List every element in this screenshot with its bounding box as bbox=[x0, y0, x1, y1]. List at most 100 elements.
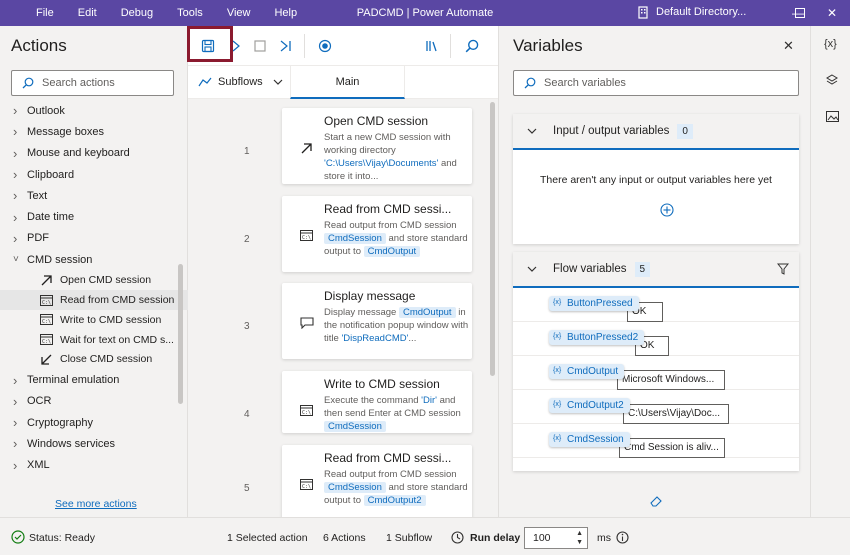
flow-variable-row[interactable]: {x} CmdSession Cmd Session is aliv... bbox=[513, 424, 799, 458]
variable-name: CmdOutput2 bbox=[567, 400, 624, 411]
category-terminal-emulation[interactable]: › Terminal emulation bbox=[0, 369, 188, 390]
chevron-right-icon: › bbox=[13, 167, 18, 183]
images-rail-button[interactable] bbox=[826, 111, 839, 125]
chevron-down-icon bbox=[527, 266, 537, 272]
category-clipboard[interactable]: › Clipboard bbox=[0, 164, 188, 185]
variable-chip: CmdOutput bbox=[398, 307, 456, 318]
canvas-scrollbar[interactable] bbox=[490, 102, 495, 376]
step-description: Read output from CMD session CmdSession … bbox=[324, 219, 470, 258]
category-label: Windows services bbox=[27, 437, 116, 450]
flow-variables-header[interactable]: Flow variables 5 bbox=[513, 252, 799, 288]
step-number: 1 bbox=[244, 146, 250, 157]
chevron-down-icon bbox=[527, 128, 537, 134]
run-delay-label: Run delay bbox=[470, 532, 521, 544]
variable-name-chip[interactable]: {x} CmdSession bbox=[549, 432, 630, 447]
add-io-variable-button[interactable] bbox=[660, 203, 674, 220]
category-label: CMD session bbox=[27, 253, 93, 266]
ui-elements-button[interactable] bbox=[424, 36, 440, 56]
step-description: Read output from CMD session CmdSession … bbox=[324, 468, 470, 507]
cmd-icon: C:\ bbox=[300, 405, 313, 419]
literal-value: 'DispReadCMD' bbox=[341, 333, 409, 344]
menu-view[interactable]: View bbox=[215, 0, 263, 26]
recorder-button[interactable] bbox=[317, 36, 333, 56]
variable-name-chip[interactable]: {x} ButtonPressed2 bbox=[549, 330, 645, 345]
category-cryptography[interactable]: › Cryptography bbox=[0, 412, 188, 433]
info-icon[interactable] bbox=[616, 531, 629, 544]
category-pdf[interactable]: › PDF bbox=[0, 228, 188, 249]
clear-variables-button[interactable] bbox=[649, 495, 663, 510]
designer-toolbar bbox=[188, 26, 498, 66]
category-xml[interactable]: › XML bbox=[0, 455, 188, 476]
flow-step[interactable]: Display message Display message CmdOutput… bbox=[282, 283, 472, 359]
account-switcher[interactable]: Default Directory... bbox=[636, 5, 746, 19]
maximize-button[interactable] bbox=[782, 0, 818, 26]
action-open-cmd-session[interactable]: Open CMD session bbox=[0, 270, 188, 290]
menu-tools[interactable]: Tools bbox=[165, 0, 215, 26]
flow-variable-row[interactable]: {x} CmdOutput2 C:\Users\Vijay\Doc... bbox=[513, 390, 799, 424]
io-variables-header[interactable]: Input / output variables 0 bbox=[513, 114, 799, 150]
run-next-action-button[interactable] bbox=[279, 36, 293, 56]
ui-elements-rail-button[interactable] bbox=[826, 74, 838, 89]
subflows-label: Subflows bbox=[218, 76, 263, 88]
flow-step[interactable]: C:\ Read from CMD sessi... Read output fro… bbox=[282, 196, 472, 272]
flow-step[interactable]: C:\ Read from CMD sessi... Read output fro… bbox=[282, 445, 472, 521]
action-read-from-cmd-session[interactable]: C:\ Read from CMD session bbox=[0, 290, 188, 310]
run-delay-input[interactable]: 100 ▲ ▼ bbox=[524, 527, 588, 549]
category-ocr[interactable]: › OCR bbox=[0, 391, 188, 412]
flow-variable-row[interactable]: {x} CmdOutput Microsoft Windows... bbox=[513, 356, 799, 390]
category-cmd-session[interactable]: ˅ CMD session bbox=[0, 249, 188, 270]
variables-rail-icon[interactable]: {x} bbox=[824, 38, 837, 50]
variable-name: CmdSession bbox=[567, 434, 624, 445]
category-date-time[interactable]: › Date time bbox=[0, 206, 188, 227]
chevron-right-icon: › bbox=[13, 124, 18, 140]
category-label: PDF bbox=[27, 232, 49, 245]
see-more-actions-link[interactable]: See more actions bbox=[55, 498, 137, 510]
variable-value: Microsoft Windows... bbox=[617, 370, 725, 390]
category-mouse-and-keyboard[interactable]: › Mouse and keyboard bbox=[0, 143, 188, 164]
filter-icon[interactable] bbox=[777, 263, 789, 275]
actions-scrollbar[interactable] bbox=[178, 264, 183, 404]
close-variables-button[interactable]: ✕ bbox=[783, 38, 794, 54]
variable-icon: {x} bbox=[553, 367, 562, 374]
search-actions-input[interactable]: Search actions bbox=[11, 70, 174, 96]
menu-debug[interactable]: Debug bbox=[109, 0, 165, 26]
flow-steps-area: 1 Open CMD session Start a new CMD session… bbox=[188, 99, 498, 521]
close-icon: ✕ bbox=[826, 6, 838, 20]
desc-text: Display message bbox=[324, 307, 399, 318]
play-icon bbox=[232, 40, 240, 52]
action-close-cmd-session[interactable]: Close CMD session bbox=[0, 350, 188, 370]
spin-arrows-icon[interactable]: ▲ ▼ bbox=[576, 529, 583, 547]
desc-text: Execute the command bbox=[324, 395, 422, 406]
menu-file[interactable]: File bbox=[24, 0, 66, 26]
close-window-button[interactable]: ✕ bbox=[814, 0, 850, 26]
action-write-to-cmd-session[interactable]: C:\ Write to CMD session bbox=[0, 310, 188, 330]
literal-value: 'C:\Users\Vijay\Documents' bbox=[324, 158, 439, 169]
flow-variable-row[interactable]: {x} ButtonPressed OK bbox=[513, 288, 799, 322]
save-highlight-box bbox=[187, 26, 233, 62]
subflows-dropdown[interactable]: Subflows bbox=[198, 76, 283, 88]
flow-variable-row[interactable]: {x} ButtonPressed2 OK bbox=[513, 322, 799, 356]
search-variables-input[interactable]: Search variables bbox=[513, 70, 799, 96]
status-text: Status: Ready bbox=[29, 532, 95, 544]
tab-main[interactable]: Main bbox=[290, 66, 405, 99]
category-text[interactable]: › Text bbox=[0, 185, 188, 206]
menu-edit[interactable]: Edit bbox=[66, 0, 109, 26]
variable-name-chip[interactable]: {x} CmdOutput2 bbox=[549, 398, 630, 413]
flow-step[interactable]: C:\ Write to CMD session Execute the comma… bbox=[282, 371, 472, 433]
variable-name-chip[interactable]: {x} ButtonPressed bbox=[549, 296, 639, 311]
category-label: Clipboard bbox=[27, 168, 75, 181]
flow-step[interactable]: Open CMD session Start a new CMD session … bbox=[282, 108, 472, 184]
chevron-right-icon: › bbox=[13, 103, 18, 119]
category-windows-services[interactable]: › Windows services bbox=[0, 433, 188, 454]
step-title: Read from CMD sessi... bbox=[324, 451, 452, 465]
category-outlook[interactable]: › Outlook bbox=[0, 100, 188, 121]
category-message-boxes[interactable]: › Message boxes bbox=[0, 121, 188, 142]
variables-title: Variables bbox=[513, 36, 583, 55]
variable-name-chip[interactable]: {x} CmdOutput bbox=[549, 364, 625, 379]
action-wait-for-text-on-cmd-s-[interactable]: C:\ Wait for text on CMD s... bbox=[0, 330, 188, 350]
stop-button[interactable] bbox=[253, 36, 267, 56]
flow-variables-label: Flow variables bbox=[553, 263, 627, 275]
menu-help[interactable]: Help bbox=[262, 0, 309, 26]
find-button[interactable] bbox=[464, 36, 480, 56]
variables-panel: Variables ✕ Search variables Input / out… bbox=[498, 26, 810, 517]
